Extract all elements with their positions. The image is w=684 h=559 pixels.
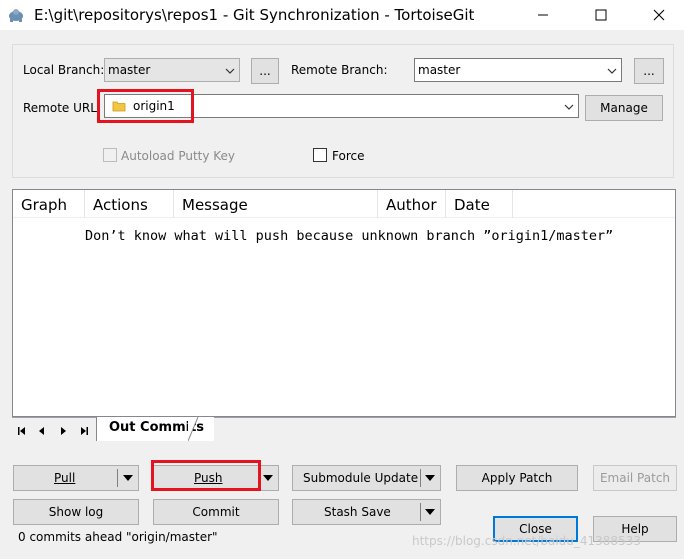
minimize-icon (538, 14, 548, 16)
tortoisegit-icon (9, 9, 23, 22)
push-label: Push (194, 471, 223, 485)
tab-edge (188, 417, 199, 442)
next-icon (61, 427, 66, 435)
chevron-down-icon (607, 68, 617, 74)
chevron-down-icon (225, 68, 235, 74)
git-sync-window: E:\git\repositorys\repos1 - Git Synchron… (0, 0, 684, 559)
list-empty-message: Don’t know what will push because unknow… (85, 228, 614, 244)
close-icon (653, 9, 665, 21)
tab-first-button[interactable] (16, 425, 28, 437)
window-title: E:\git\repositorys\repos1 - Git Synchron… (34, 6, 475, 24)
last-icon (81, 427, 88, 435)
tab-strip: Out Commits (12, 417, 676, 445)
dropdown-arrow-icon[interactable] (425, 509, 435, 516)
first-icon (18, 427, 25, 435)
force-label: Force (332, 149, 365, 163)
chevron-down-icon (564, 104, 574, 110)
remote-branch-value: master (418, 63, 461, 77)
split-separator (117, 469, 118, 487)
minimize-button[interactable] (520, 0, 566, 30)
manage-button[interactable]: Manage (585, 95, 663, 121)
email-patch-button[interactable]: Email Patch (593, 465, 677, 491)
remote-branch-browse-button[interactable]: ... (634, 58, 664, 84)
submodule-update-label: Submodule Update (303, 471, 419, 485)
tab-prev-button[interactable] (36, 425, 48, 437)
title-bar[interactable]: E:\git\repositorys\repos1 - Git Synchron… (0, 0, 684, 30)
dropdown-arrow-icon[interactable] (123, 475, 133, 482)
pull-label: Pull (54, 471, 76, 485)
remote-branch-combo[interactable]: master (414, 58, 622, 82)
local-branch-browse-button[interactable]: ... (251, 58, 279, 84)
column-date[interactable]: Date (446, 190, 513, 218)
watermark: https://blog.csdn.net/baidu_41388533 (412, 534, 641, 548)
previous-icon (39, 427, 44, 435)
autoload-putty-checkbox[interactable] (103, 148, 117, 162)
tab-next-button[interactable] (57, 425, 69, 437)
commit-button[interactable]: Commit (153, 499, 279, 525)
status-text: 0 commits ahead "origin/master" (18, 530, 218, 544)
maximize-icon (595, 9, 607, 21)
folder-icon (112, 101, 126, 112)
commit-list[interactable]: Graph Actions Message Author Date Don’t … (12, 189, 676, 417)
pull-split-button[interactable]: Pull (13, 465, 139, 491)
local-branch-value: master (108, 63, 151, 77)
stash-save-split-button[interactable]: Stash Save (292, 499, 441, 525)
close-window-button[interactable] (636, 0, 682, 30)
dropdown-arrow-icon[interactable] (263, 475, 273, 482)
remote-branch-label: Remote Branch: (291, 63, 388, 77)
force-checkbox[interactable] (313, 148, 327, 162)
split-separator (258, 469, 259, 487)
column-message[interactable]: Message (174, 190, 378, 218)
column-graph[interactable]: Graph (13, 190, 85, 218)
remote-url-combo[interactable]: origin1 (104, 94, 579, 118)
local-branch-label: Local Branch: (23, 63, 105, 77)
remote-url-label: Remote URL: (23, 101, 101, 115)
show-log-button[interactable]: Show log (13, 499, 139, 525)
submodule-update-split-button[interactable]: Submodule Update (292, 465, 441, 491)
push-split-button[interactable]: Push (153, 465, 279, 491)
tab-last-button[interactable] (78, 425, 90, 437)
column-actions[interactable]: Actions (85, 190, 174, 218)
column-author[interactable]: Author (378, 190, 446, 218)
apply-patch-button[interactable]: Apply Patch (456, 465, 578, 491)
split-separator (420, 469, 421, 487)
split-separator (420, 503, 421, 521)
dropdown-arrow-icon[interactable] (425, 475, 435, 482)
list-header: Graph Actions Message Author Date (13, 190, 675, 218)
autoload-putty-label: Autoload Putty Key (121, 149, 236, 163)
maximize-button[interactable] (578, 0, 624, 30)
local-branch-combo[interactable]: master (104, 58, 240, 82)
remote-url-value: origin1 (133, 99, 175, 113)
stash-save-label: Stash Save (324, 505, 391, 519)
